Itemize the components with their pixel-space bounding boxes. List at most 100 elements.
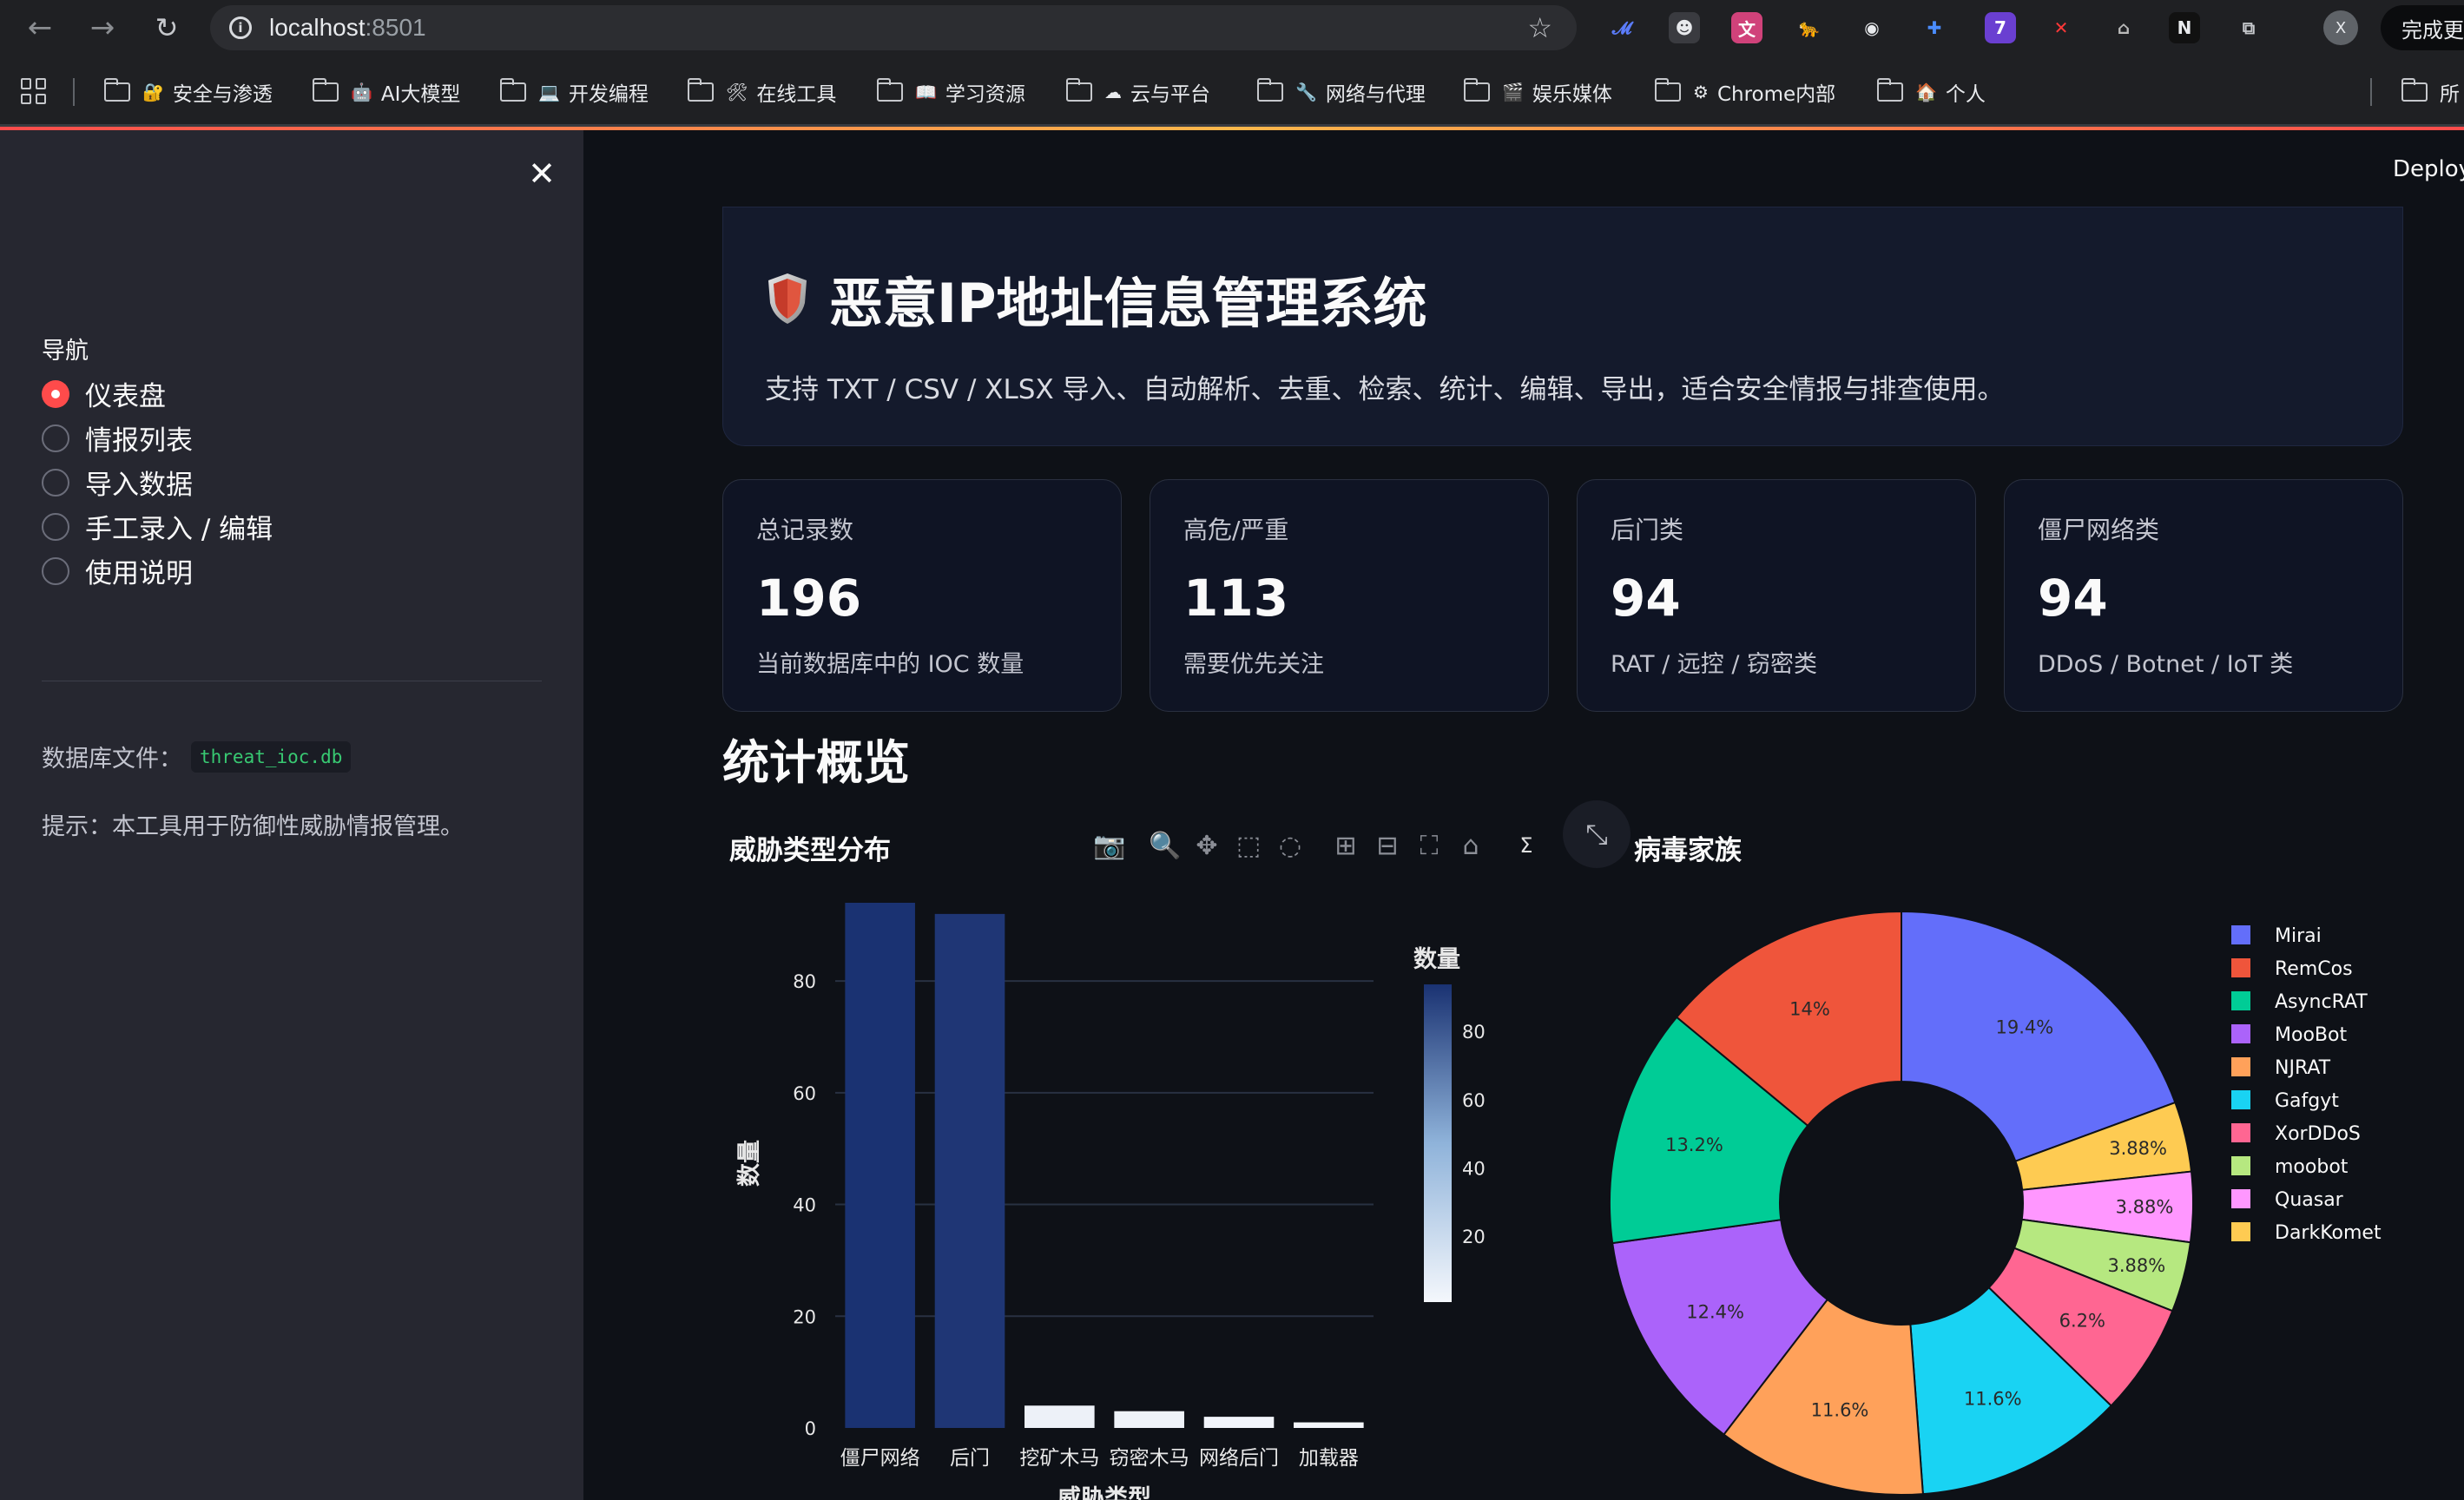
x-tick-label: 后门 — [950, 1447, 990, 1470]
bookmark-folder-2[interactable]: 💻 开发编程 — [499, 75, 649, 109]
legend-item: XorDDoS — [2275, 1123, 2361, 1145]
legend-swatch — [2231, 1189, 2250, 1208]
ghost-ext-icon[interactable]: ☻ — [1669, 12, 1700, 43]
db-file-code: threat_ioc.db — [191, 740, 352, 773]
folder-icon — [103, 78, 130, 102]
n-ext-icon[interactable]: N — [2169, 12, 2200, 43]
metric-card: 高危/严重 113 需要优先关注 — [1150, 479, 1549, 712]
bookmark-folder-1[interactable]: 🤖 AI大模型 — [312, 75, 461, 109]
zoom-icon[interactable]: 🔍 — [1144, 826, 1186, 865]
bookmark-folder-3[interactable]: 🛠 在线工具 — [687, 75, 837, 109]
legend-item: RemCos — [2275, 958, 2353, 980]
apps-grid-icon[interactable] — [21, 78, 47, 104]
update-button[interactable]: 完成更 — [2381, 5, 2464, 50]
bar-3 — [1114, 1411, 1184, 1428]
slice-label: 12.4% — [1686, 1302, 1744, 1323]
slice-label: 3.88% — [2107, 1255, 2165, 1276]
box-select-icon[interactable]: ⬚ — [1228, 826, 1269, 865]
folder-icon — [1654, 78, 1681, 102]
bookmark-folder-9[interactable]: 🏠 个人 — [1876, 75, 1986, 109]
bookmark-label: 学习资源 — [945, 83, 1025, 106]
site-info-icon[interactable]: i — [229, 16, 252, 39]
page-subtitle: 支持 TXT / CSV / XLSX 导入、自动解析、去重、检索、统计、编辑、… — [765, 374, 2005, 405]
metric-label: 后门类 — [1611, 516, 1684, 544]
bookmarks-divider — [2370, 78, 2372, 106]
metric-value: 94 — [2038, 569, 2108, 628]
legend-item: Gafgyt — [2275, 1090, 2339, 1112]
profile-avatar[interactable]: X — [2323, 10, 2358, 45]
radio-button-icon[interactable] — [42, 379, 69, 408]
reset-axes-icon[interactable]: ⌂ — [1450, 826, 1492, 865]
hat-ext-icon[interactable]: ⌂ — [2108, 12, 2139, 43]
x-tick-label: 网络后门 — [1199, 1447, 1279, 1470]
folder-icon — [499, 78, 526, 102]
robot-ext-icon[interactable]: ◉ — [1856, 12, 1888, 43]
forward-button[interactable]: → — [85, 10, 120, 45]
fullscreen-expand-icon[interactable]: ⤡ — [1563, 800, 1631, 868]
plotly-logo-icon[interactable]: ⵉ — [1505, 826, 1547, 865]
close-sidebar-icon[interactable]: ✕ — [524, 155, 559, 193]
autoscale-icon[interactable]: ⛶ — [1408, 826, 1450, 865]
bookmark-folder-5[interactable]: ☁ 云与平台 — [1065, 75, 1210, 109]
y-tick-label: 60 — [793, 1083, 816, 1104]
cat-ext-icon[interactable]: 🐆 — [1794, 12, 1825, 43]
bookmark-label: Chrome内部 — [1716, 83, 1836, 106]
slice-label: 11.6% — [1964, 1389, 2022, 1410]
folder-icon — [1256, 78, 1283, 102]
back-button[interactable]: ← — [23, 10, 57, 45]
nav-option-2[interactable]: 导入数据 — [42, 460, 273, 504]
nav-title: 导航 — [42, 338, 89, 365]
pan-icon[interactable]: ✥ — [1186, 826, 1228, 865]
bookmark-folder-6[interactable]: 🔧 网络与代理 — [1256, 75, 1426, 109]
puzzle-blue-ext-icon[interactable]: ✚ — [1919, 12, 1950, 43]
nav-option-4[interactable]: 使用说明 — [42, 549, 273, 593]
nav-option-1[interactable]: 情报列表 — [42, 416, 273, 460]
reload-button[interactable]: ↻ — [149, 10, 184, 45]
badge-ext-icon[interactable]: 7 — [1985, 12, 2016, 43]
M-ext-icon[interactable]: 𝓜 — [1606, 12, 1637, 43]
x-axis-title: 威胁类型 — [1057, 1485, 1151, 1500]
bar-0 — [845, 903, 915, 1428]
plotly-modebar: 📷 🔍 ✥ ⬚ ◌ ⊞ ⊟ ⛶ ⌂ ⵉ — [1089, 826, 1547, 865]
x-tick-label: 加载器 — [1299, 1447, 1359, 1470]
url-text[interactable]: localhost:8501 — [269, 14, 426, 42]
address-bar[interactable]: i localhost:8501 ☆ — [210, 5, 1577, 50]
bookmark-folder-4[interactable]: 📖 学习资源 — [876, 75, 1025, 109]
bookmark-label: AI大模型 — [380, 83, 461, 106]
x-ext-icon[interactable]: ✕ — [2046, 12, 2077, 43]
bookmark-star-icon[interactable]: ☆ — [1527, 11, 1552, 44]
x-tick-label: 窃密木马 — [1110, 1447, 1189, 1470]
zoom-in-icon[interactable]: ⊞ — [1325, 826, 1367, 865]
browser-toolbar: ← → ↻ i localhost:8501 ☆ 𝓜 ☻ 文 🐆 ◉ ✚ 7 ✕ ⌂ N ⧉ X 完… — [0, 0, 2464, 56]
bookmark-folder-0[interactable]: 🔐 安全与渗透 — [103, 75, 273, 109]
bookmark-folder-7[interactable]: 🎬 娱乐媒体 — [1463, 75, 1612, 109]
radio-button-icon[interactable] — [42, 468, 69, 497]
nav-option-label: 导入数据 — [85, 470, 193, 501]
bookmark-folder-8[interactable]: ⚙ Chrome内部 — [1654, 75, 1836, 109]
bookmark-label: 在线工具 — [756, 83, 837, 106]
extensions-puzzle-icon[interactable]: ⧉ — [2233, 12, 2264, 43]
radio-button-icon[interactable] — [42, 512, 69, 541]
nav-option-3[interactable]: 手工录入 / 编辑 — [42, 504, 273, 549]
deploy-button[interactable]: Deploy — [2393, 156, 2464, 182]
camera-icon[interactable]: 📷 — [1089, 826, 1130, 865]
lasso-select-icon[interactable]: ◌ — [1269, 826, 1311, 865]
bookmark-folder-overflow[interactable]: 所 — [2401, 75, 2460, 109]
radio-button-icon[interactable] — [42, 556, 69, 585]
folder-icon — [876, 78, 903, 102]
bookmark-emoji-icon: ☁ — [1104, 82, 1122, 102]
bar-5 — [1294, 1422, 1364, 1428]
translate-ext-icon[interactable]: 文 — [1731, 12, 1762, 43]
bookmarks-bar: 🔐 安全与渗透 🤖 AI大模型 💻 开发编程 🛠 在线工具 📖 学习资源 ☁ 云与平台 🔧 网络与代理 🎬 娱… — [0, 56, 2464, 127]
legend-swatch — [2231, 1222, 2250, 1241]
radio-button-icon[interactable] — [42, 424, 69, 452]
folder-icon — [687, 78, 714, 102]
metric-value: 196 — [756, 569, 862, 628]
metric-value: 94 — [1611, 569, 1681, 628]
legend-swatch — [2231, 1123, 2250, 1142]
folder-icon — [1065, 78, 1092, 102]
zoom-out-icon[interactable]: ⊟ — [1367, 826, 1408, 865]
x-tick-label: 挖矿木马 — [1019, 1447, 1099, 1470]
nav-option-0[interactable]: 仪表盘 — [42, 372, 273, 416]
sidebar-tip: 提示：本工具用于防御性威胁情报管理。 — [42, 813, 464, 840]
